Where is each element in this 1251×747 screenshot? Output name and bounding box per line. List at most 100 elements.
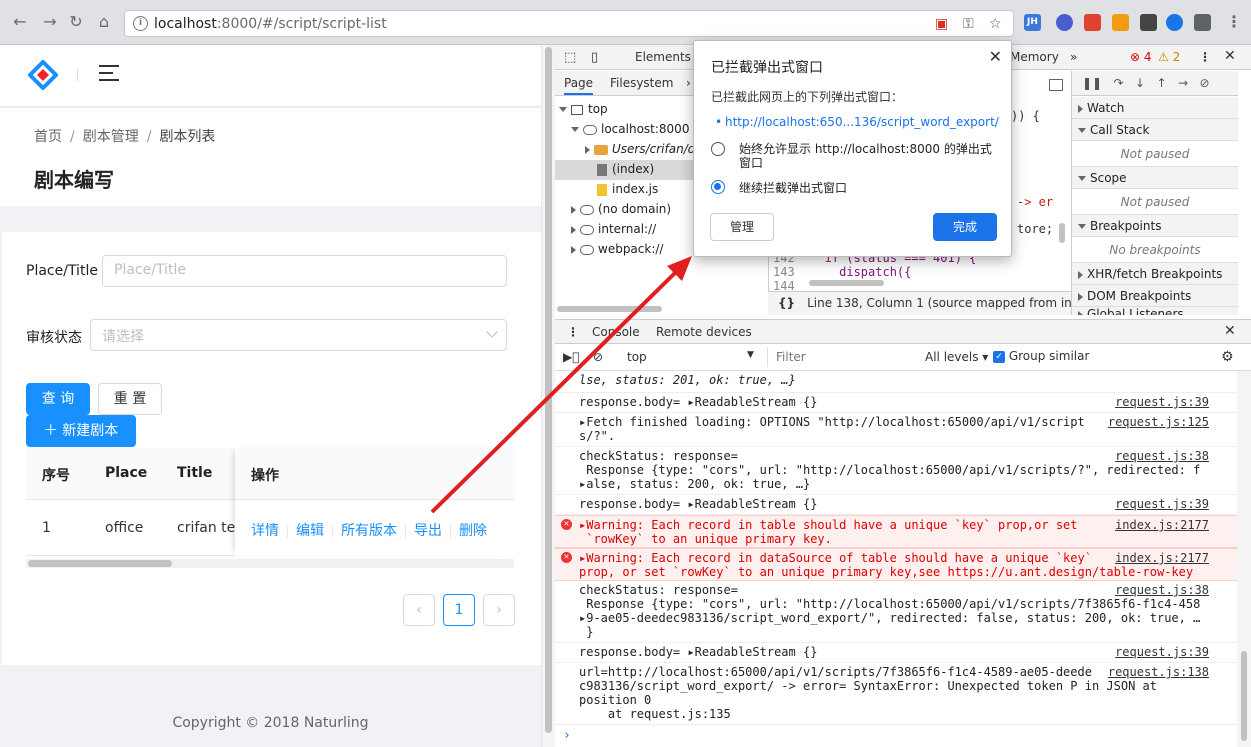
new-script-button[interactable]: ＋ 新建剧本 — [26, 415, 136, 447]
source-link[interactable]: request.js:39 — [1115, 497, 1209, 511]
source-link[interactable]: request.js:125 — [1108, 415, 1209, 429]
forward-icon[interactable]: → — [40, 12, 60, 32]
tree-internal[interactable]: internal:// — [571, 222, 656, 236]
close-icon[interactable]: ✕ — [989, 47, 1002, 66]
toggle-sidebar-icon[interactable] — [1049, 79, 1063, 91]
block-popups-radio[interactable] — [711, 180, 725, 194]
code-vscroll[interactable] — [1059, 223, 1065, 243]
reload-icon[interactable]: ↻ — [66, 12, 86, 32]
tree-users-folder[interactable]: Users/crifan/de — [585, 142, 703, 156]
call-stack-section[interactable]: Call Stack Not paused — [1072, 119, 1238, 167]
levels-select[interactable]: All levels ▾ — [925, 350, 988, 364]
console-settings-icon[interactable]: ⚙ — [1221, 349, 1234, 365]
source-status-bar: {} Line 138, Column 1 (source mapped from… — [768, 291, 1071, 315]
address-bar[interactable]: i localhost:8000/#/script/script-list ▣ … — [124, 10, 1014, 37]
ext-icon-2[interactable] — [1056, 14, 1073, 31]
menu-icon[interactable]: ⋮ — [1224, 12, 1244, 32]
detail-link[interactable]: 详情 — [251, 523, 279, 539]
tab-remote-devices[interactable]: Remote devices — [656, 325, 752, 339]
prev-page-button[interactable]: ‹ — [403, 594, 435, 626]
console-filter-input[interactable]: Filter — [767, 347, 917, 367]
blocked-popup-link[interactable]: http://localhost:650...136/script_word_e… — [715, 115, 999, 129]
qr-ext-icon[interactable] — [1140, 14, 1157, 31]
export-link[interactable]: 导出 — [414, 523, 442, 539]
delete-link[interactable]: 删除 — [459, 523, 487, 539]
ext-icon-3[interactable] — [1084, 14, 1101, 31]
done-button[interactable]: 完成 — [933, 213, 997, 241]
inspect-icon[interactable]: ⬚ — [564, 50, 576, 65]
allow-popups-label[interactable]: 始终允许显示 http://localhost:8000 的弹出式窗口 — [739, 142, 999, 170]
source-link[interactable]: request.js:39 — [1115, 645, 1209, 659]
home-icon[interactable]: ⌂ — [94, 12, 114, 32]
breadcrumb-home[interactable]: 首页 — [34, 129, 62, 145]
more-tabs-icon[interactable]: » — [1070, 50, 1077, 64]
tab-page[interactable]: Page — [564, 76, 594, 95]
tree-top[interactable]: top — [559, 102, 608, 116]
pretty-print-icon[interactable]: {} — [778, 296, 795, 310]
ext-icon-7[interactable] — [1194, 14, 1211, 31]
clear-console-icon[interactable]: ⊘ — [593, 350, 603, 364]
reset-button[interactable]: 重 置 — [98, 383, 162, 415]
console-scrollbar[interactable] — [1237, 371, 1251, 747]
menu-fold-icon[interactable] — [99, 65, 119, 83]
devtools-menu-icon[interactable]: ⋮ — [1199, 50, 1211, 64]
dom-breakpoints-section[interactable]: DOM Breakpoints — [1072, 285, 1238, 307]
key-icon[interactable]: ⚿ — [963, 16, 974, 32]
tab-filesystem[interactable]: Filesystem — [610, 76, 673, 90]
back-icon[interactable]: ← — [10, 12, 30, 32]
breadcrumb-script-mgmt[interactable]: 剧本管理 — [83, 129, 139, 145]
watch-section[interactable]: Watch — [1072, 97, 1238, 119]
block-popups-label[interactable]: 继续拦截弹出式窗口 — [739, 181, 999, 195]
drawer-menu-icon[interactable]: ⋮ — [567, 325, 579, 339]
source-link[interactable]: index.js:2177 — [1115, 518, 1209, 532]
page-scrollbar[interactable] — [541, 45, 555, 747]
context-select[interactable]: top — [627, 350, 647, 364]
page-1-button[interactable]: 1 — [443, 594, 475, 626]
tree-webpack[interactable]: webpack:// — [571, 242, 663, 256]
source-link[interactable]: request.js:138 — [1108, 665, 1209, 679]
global-listeners-section[interactable]: Global Listeners — [1072, 307, 1238, 315]
xhr-breakpoints-section[interactable]: XHR/fetch Breakpoints — [1072, 263, 1238, 285]
place-input[interactable]: Place/Title — [102, 255, 507, 287]
error-count[interactable]: ⊗ 4 — [1130, 50, 1152, 64]
tab-memory[interactable]: Memory — [1010, 50, 1059, 64]
manage-button[interactable]: 管理 — [710, 213, 774, 241]
popup-blocked-icon[interactable]: ▣ — [935, 16, 948, 32]
allow-popups-radio[interactable] — [711, 142, 725, 156]
tab-elements[interactable]: Elements — [635, 50, 691, 64]
ext-icon-4[interactable] — [1112, 14, 1129, 31]
source-link[interactable]: request.js:39 — [1115, 395, 1209, 409]
table-scrollbar[interactable] — [26, 559, 514, 568]
scope-section[interactable]: Scope Not paused — [1072, 167, 1238, 215]
footer: Copyright © 2018 Naturling — [172, 715, 369, 731]
jh-ext-icon[interactable]: JH — [1024, 14, 1041, 31]
close-devtools-icon[interactable]: ✕ — [1224, 48, 1236, 64]
console-prompt[interactable]: › — [563, 728, 571, 743]
tab-console[interactable]: Console — [592, 325, 640, 339]
tree-scrollbar[interactable] — [557, 306, 662, 312]
device-icon[interactable]: ▯ — [591, 50, 598, 65]
all-versions-link[interactable]: 所有版本 — [341, 523, 397, 539]
source-link[interactable]: index.js:2177 — [1115, 551, 1209, 565]
chevron-down-icon[interactable]: ▼ — [747, 350, 754, 360]
close-drawer-icon[interactable]: ✕ — [1224, 323, 1236, 339]
tree-localhost[interactable]: localhost:8000 — [571, 122, 689, 136]
query-button[interactable]: 查 询 — [26, 383, 90, 415]
more-icon[interactable]: › — [686, 76, 691, 90]
tree-no-domain[interactable]: (no domain) — [571, 202, 671, 216]
code-hscroll[interactable] — [809, 280, 884, 286]
warn-count[interactable]: ⚠ 2 — [1158, 50, 1180, 64]
next-page-button[interactable]: › — [483, 594, 515, 626]
star-icon[interactable]: ☆ — [989, 16, 1002, 32]
edit-link[interactable]: 编辑 — [296, 523, 324, 539]
status-select[interactable]: 请选择 — [90, 319, 507, 351]
tree-index-js[interactable]: index.js — [597, 182, 658, 196]
source-link[interactable]: request.js:38 — [1115, 583, 1209, 597]
breakpoints-section[interactable]: Breakpoints No breakpoints — [1072, 215, 1238, 263]
info-icon[interactable]: i — [133, 16, 148, 31]
sidebar-toggle-icon[interactable]: ▶⃞ — [563, 350, 579, 364]
group-similar-checkbox[interactable]: ✓ Group similar — [993, 349, 1089, 363]
ext-icon-6[interactable] — [1166, 14, 1183, 31]
debugger-controls[interactable]: ❚❚ ↷ ↓ ↑ → ⊘ — [1072, 71, 1238, 96]
source-link[interactable]: request.js:38 — [1115, 449, 1209, 463]
